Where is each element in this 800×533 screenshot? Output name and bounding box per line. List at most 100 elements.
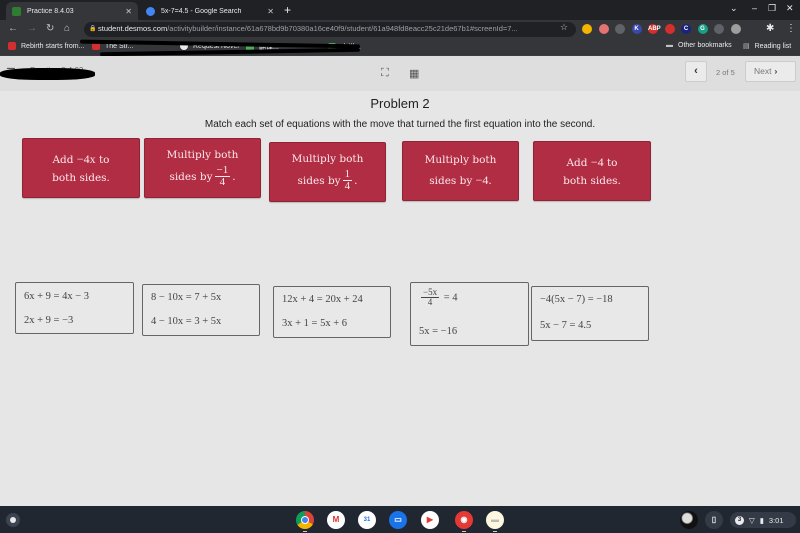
back-icon[interactable]: ← [8, 23, 18, 34]
equation-first: 8 − 10x = 7 + 5x [151, 292, 222, 303]
instructions: Match each set of equations with the mov… [204, 119, 596, 130]
user-avatar[interactable] [680, 511, 698, 529]
card-line: Add −4x to [52, 149, 109, 170]
equation-second: 5x − 7 = 4.5 [540, 320, 592, 331]
other-bookmarks-label: Other bookmarks [678, 42, 732, 49]
card-math: −4x [76, 151, 96, 166]
reading-list[interactable]: ▤ Reading list [743, 42, 791, 51]
card-text: to [95, 153, 110, 166]
equation-set-5[interactable]: −4(5x − 7) = −18 5x − 7 = 4.5 [531, 286, 649, 341]
extension-icon[interactable] [582, 24, 592, 34]
other-bookmarks[interactable]: ▬ Other bookmarks [666, 42, 732, 49]
close-tab-icon[interactable]: ✕ [267, 7, 274, 16]
google-favicon-icon [146, 6, 155, 16]
folder-icon: ▬ [666, 42, 673, 49]
bookmark-favicon-icon [8, 42, 16, 50]
launcher-button[interactable] [6, 513, 20, 527]
tab-title: Practice 8.4.03 [27, 7, 74, 15]
messages-app-icon[interactable]: ▭ [389, 511, 407, 529]
move-card-add-neg-4x[interactable]: Add −4x to both sides. [22, 138, 140, 198]
card-text: sides by [429, 174, 476, 187]
bookmark-star-icon[interactable]: ☆ [560, 22, 568, 33]
youtube-music-app-icon[interactable]: ◉ [455, 511, 473, 532]
card-math: −4 [475, 172, 489, 187]
extension-icon[interactable]: G [697, 24, 708, 34]
extension-icon[interactable] [615, 24, 625, 34]
move-card-multiply-neg-quarter[interactable]: Multiply both sides by −1 4. [144, 138, 261, 198]
url-path: /activitybuilder/instance/61a678bd9b7038… [167, 24, 518, 33]
bookmark-item[interactable]: Rebirth starts from... [8, 42, 84, 50]
status-tray[interactable]: 3 ▽ ▮ 3:01 [730, 512, 796, 528]
card-text: sides by [169, 170, 213, 183]
next-screen-button[interactable]: Next › [745, 61, 796, 82]
move-card-multiply-quarter[interactable]: Multiply both sides by 1 4. [269, 142, 386, 202]
extension-icon[interactable] [664, 24, 675, 34]
chevron-right-icon: › [774, 66, 778, 76]
tab-practice[interactable]: Practice 8.4.03 ✕ [6, 2, 138, 20]
equation-first: −5x 4 = 4 [419, 287, 458, 308]
forward-icon[interactable]: → [27, 23, 37, 34]
desmos-favicon-icon [12, 6, 21, 16]
calendar-app-icon[interactable]: 31 [358, 511, 376, 529]
card-line: sides by −4. [429, 170, 492, 191]
bookmark-label: Rebirth starts from... [21, 42, 85, 50]
equation-set-1[interactable]: 6x + 9 = 4x − 3 2x + 9 = −3 [15, 282, 134, 334]
calculator-icon[interactable]: ▦ [409, 67, 419, 80]
keep-app-icon[interactable]: ▬ [486, 511, 504, 532]
page-indicator: 2 of 5 [716, 68, 735, 77]
extension-icon[interactable]: K [631, 24, 642, 34]
card-line: Add −4 to [566, 152, 617, 173]
fraction-denominator: 4 [427, 297, 433, 308]
chrome-app-icon[interactable] [296, 511, 314, 532]
menu-kebab-icon[interactable]: ⋮ [786, 23, 796, 34]
equation-set-4[interactable]: −5x 4 = 4 5x = −16 [410, 282, 529, 346]
next-label: Next [754, 66, 772, 76]
restore-icon[interactable]: ❐ [768, 3, 776, 14]
gmail-app-icon[interactable]: M [327, 511, 345, 529]
card-line: both sides. [563, 174, 621, 187]
url-host: student.desmos.com [98, 24, 168, 33]
card-text: . [488, 174, 492, 187]
card-text: Add [566, 156, 591, 169]
card-line: Multiply both [166, 149, 239, 162]
card-line: sides by 1 4. [298, 168, 358, 193]
browser-tab-strip: Practice 8.4.03 ✕ 5x-7=4.5 - Google Sear… [0, 0, 800, 20]
previous-screen-button[interactable]: ‹ [685, 61, 707, 82]
minimize-icon[interactable]: ‒ [752, 3, 757, 13]
card-text: to [603, 156, 618, 169]
close-tab-icon[interactable]: ✕ [125, 7, 132, 16]
move-card-add-neg-4[interactable]: Add −4 to both sides. [533, 141, 651, 201]
address-bar[interactable]: 🔒 student.desmos.com/activitybuilder/ins… [84, 22, 576, 37]
equation-second: 3x + 1 = 5x + 6 [282, 318, 348, 329]
problem-title: Problem 2 [370, 96, 430, 111]
extension-icon[interactable] [714, 24, 724, 34]
reading-list-icon: ▤ [743, 43, 750, 50]
fraction-denominator: 4 [344, 180, 351, 193]
new-tab-button[interactable]: + [284, 3, 291, 17]
equation-set-3[interactable]: 12x + 4 = 20x + 24 3x + 1 = 5x + 6 [273, 286, 391, 338]
fraction: −5x 4 [421, 287, 440, 308]
card-text: . [232, 170, 236, 183]
tab-google-search[interactable]: 5x-7=4.5 - Google Search ✕ [140, 2, 280, 20]
equation-first: −4(5x − 7) = −18 [540, 294, 613, 305]
lock-icon: 🔒 [89, 26, 97, 32]
extension-icon[interactable]: C [681, 24, 691, 34]
extensions-puzzle-icon[interactable]: ✱ [766, 23, 774, 34]
phone-hub-icon[interactable]: ▯ [705, 511, 723, 529]
card-line: both sides. [52, 171, 110, 184]
redaction-scribble [0, 68, 95, 80]
extension-icon[interactable]: ABP [648, 24, 661, 34]
youtube-app-icon[interactable]: ▶ [421, 511, 439, 529]
card-line: Multiply both [291, 153, 364, 166]
home-icon[interactable]: ⌂ [64, 23, 70, 34]
extension-icon[interactable] [598, 24, 609, 34]
reload-icon[interactable]: ↻ [46, 23, 54, 34]
close-window-icon[interactable]: ✕ [786, 3, 794, 14]
tab-search-icon[interactable]: ⌄ [730, 3, 738, 14]
card-text: Add [52, 153, 77, 166]
extension-icon[interactable] [730, 24, 741, 34]
fullscreen-icon[interactable]: ⛶ [381, 67, 389, 80]
notification-count: 3 [735, 515, 744, 525]
equation-set-2[interactable]: 8 − 10x = 7 + 5x 4 − 10x = 3 + 5x [142, 284, 260, 336]
move-card-multiply-neg-4[interactable]: Multiply both sides by −4. [402, 141, 519, 201]
